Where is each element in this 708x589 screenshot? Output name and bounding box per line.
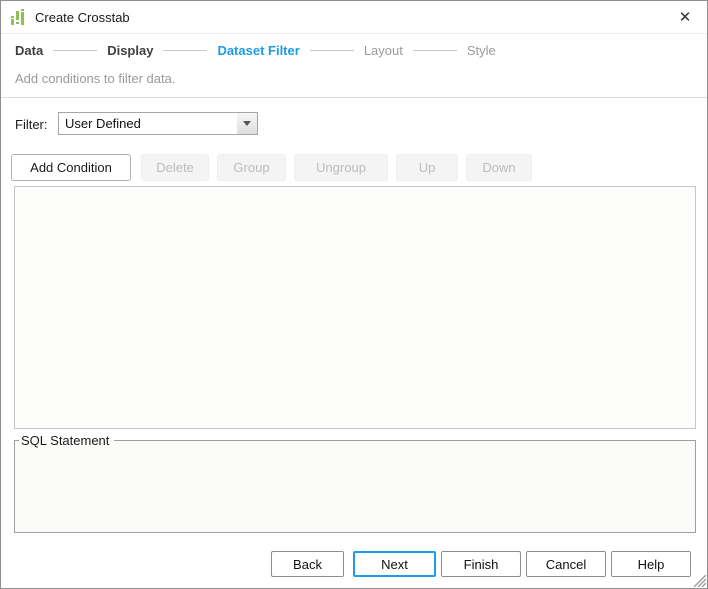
sql-statement-group: SQL Statement — [14, 433, 696, 533]
next-button[interactable]: Next — [353, 551, 436, 577]
finish-button[interactable]: Finish — [441, 551, 521, 577]
filter-selected-value: User Defined — [65, 116, 141, 131]
wizard-step-dataset-filter[interactable]: Dataset Filter — [217, 43, 299, 58]
up-button[interactable]: Up — [396, 154, 458, 181]
back-button[interactable]: Back — [271, 551, 344, 577]
wizard-step-display[interactable]: Display — [107, 43, 153, 58]
add-condition-button[interactable]: Add Condition — [11, 154, 131, 181]
down-button[interactable]: Down — [466, 154, 532, 181]
sql-statement-legend: SQL Statement — [21, 433, 110, 448]
step-connector — [309, 49, 354, 51]
group-button[interactable]: Group — [217, 154, 286, 181]
resize-grip-icon[interactable] — [691, 572, 706, 587]
step-connector — [163, 49, 208, 51]
dialog-title: Create Crosstab — [35, 9, 130, 25]
step-connector — [53, 49, 98, 51]
filter-label: Filter: — [15, 117, 48, 132]
wizard-step-data[interactable]: Data — [15, 43, 43, 58]
conditions-list — [14, 186, 696, 429]
cancel-button[interactable]: Cancel — [526, 551, 606, 577]
wizard-nav: Data Display Dataset Filter Layout Style — [15, 37, 697, 63]
step-description: Add conditions to filter data. — [15, 71, 176, 86]
create-crosstab-dialog: Create Crosstab ✕ Data Display Dataset F… — [0, 0, 708, 589]
titlebar: Create Crosstab ✕ — [1, 1, 707, 34]
chevron-down-icon — [243, 121, 251, 126]
filter-dropdown-button[interactable] — [237, 113, 257, 134]
crosstab-icon — [11, 9, 24, 25]
delete-button[interactable]: Delete — [141, 154, 209, 181]
help-button[interactable]: Help — [611, 551, 691, 577]
separator — [1, 97, 707, 98]
step-connector — [412, 49, 457, 51]
filter-combobox[interactable]: User Defined — [58, 112, 258, 135]
ungroup-button[interactable]: Ungroup — [294, 154, 388, 181]
close-icon[interactable]: ✕ — [673, 5, 697, 29]
wizard-step-layout[interactable]: Layout — [364, 43, 403, 58]
wizard-step-style[interactable]: Style — [467, 43, 496, 58]
